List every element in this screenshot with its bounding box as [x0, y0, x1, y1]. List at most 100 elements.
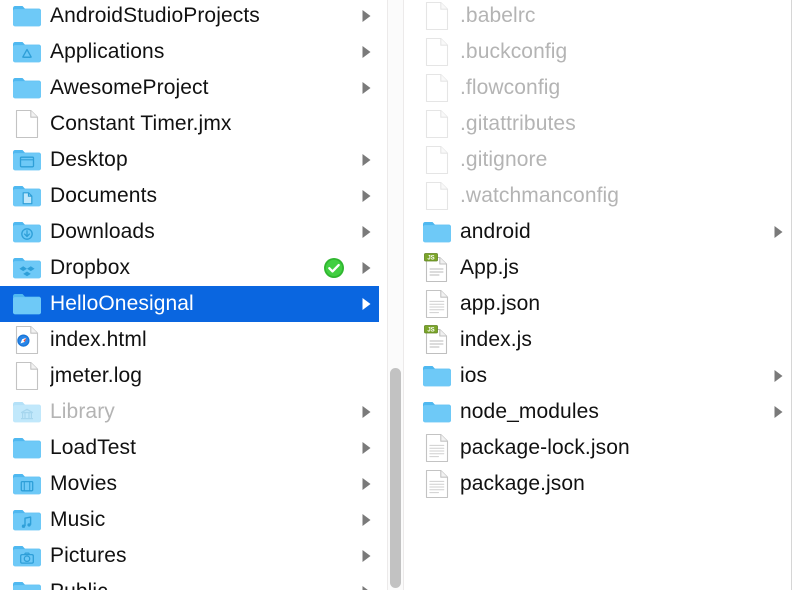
file-row[interactable]: Dropbox: [0, 250, 379, 286]
folder-applications-icon: [12, 37, 42, 67]
file-name-label: App.js: [460, 256, 519, 279]
file-row[interactable]: Documents: [0, 178, 379, 214]
file-list-home: AndroidStudioProjects Applications Awesome…: [0, 0, 379, 590]
disclosure-arrow-icon[interactable]: [359, 548, 373, 564]
file-name-label: Downloads: [50, 220, 155, 243]
file-row[interactable]: .flowconfig: [410, 70, 791, 106]
file-name-label: Music: [50, 508, 106, 531]
file-row[interactable]: package.json: [410, 466, 791, 502]
file-row[interactable]: AwesomeProject: [0, 70, 379, 106]
file-name-label: Applications: [50, 40, 165, 63]
file-row[interactable]: .gitignore: [410, 142, 791, 178]
file-row[interactable]: JS index.js: [410, 322, 791, 358]
folder-icon: [422, 217, 452, 247]
folder-icon: [12, 577, 42, 590]
document-blank-icon: [422, 145, 452, 175]
folder-icon: [422, 361, 452, 391]
file-name-label: android: [460, 220, 531, 243]
document-blank-icon: [422, 181, 452, 211]
file-row[interactable]: package-lock.json: [410, 430, 791, 466]
column-scrollbar-track[interactable]: [387, 0, 404, 590]
file-row[interactable]: HelloOnesignal: [0, 286, 379, 322]
finder-column-hello-onesignal[interactable]: .babelrc .buckconfig .flowconfig .gitattrib…: [410, 0, 792, 590]
disclosure-arrow-icon[interactable]: [771, 368, 785, 384]
file-row[interactable]: .gitattributes: [410, 106, 791, 142]
file-name-label: AndroidStudioProjects: [50, 4, 260, 27]
file-row[interactable]: Applications: [0, 34, 379, 70]
document-blank-icon: [422, 37, 452, 67]
file-name-label: Dropbox: [50, 256, 131, 279]
disclosure-arrow-icon[interactable]: [359, 44, 373, 60]
file-row[interactable]: .watchmanconfig: [410, 178, 791, 214]
file-name-label: AwesomeProject: [50, 76, 209, 99]
file-row[interactable]: JS App.js: [410, 250, 791, 286]
file-row[interactable]: .babelrc: [410, 0, 791, 34]
document-lines-icon: [422, 469, 452, 499]
file-row[interactable]: Music: [0, 502, 379, 538]
document-blank-icon: [422, 109, 452, 139]
folder-movies-icon: [12, 469, 42, 499]
folder-music-icon: [12, 505, 42, 535]
folder-documents-icon: [12, 181, 42, 211]
disclosure-arrow-icon[interactable]: [359, 476, 373, 492]
disclosure-arrow-icon[interactable]: [359, 8, 373, 24]
file-name-label: Movies: [50, 472, 118, 495]
file-name-label: LoadTest: [50, 436, 137, 459]
file-row[interactable]: AndroidStudioProjects: [0, 0, 379, 34]
file-name-label: Desktop: [50, 148, 128, 171]
file-name-label: .buckconfig: [460, 40, 568, 63]
file-name-label: package.json: [460, 472, 585, 495]
disclosure-arrow-icon[interactable]: [359, 440, 373, 456]
document-js-icon: JS: [422, 253, 452, 283]
folder-icon: [12, 433, 42, 463]
file-row[interactable]: Desktop: [0, 142, 379, 178]
disclosure-arrow-icon[interactable]: [359, 80, 373, 96]
disclosure-arrow-icon[interactable]: [359, 404, 373, 420]
file-row[interactable]: Library: [0, 394, 379, 430]
file-row[interactable]: android: [410, 214, 791, 250]
document-js-icon: JS: [422, 325, 452, 355]
disclosure-arrow-icon[interactable]: [359, 296, 373, 312]
file-row[interactable]: index.html: [0, 322, 379, 358]
svg-text:JS: JS: [427, 327, 434, 333]
file-name-label: ios: [460, 364, 488, 387]
disclosure-arrow-icon[interactable]: [359, 152, 373, 168]
document-blank-icon: [12, 361, 42, 391]
disclosure-arrow-icon[interactable]: [771, 404, 785, 420]
document-blank-icon: [422, 1, 452, 31]
disclosure-arrow-icon[interactable]: [359, 584, 373, 590]
file-row[interactable]: Public: [0, 574, 379, 590]
disclosure-arrow-icon[interactable]: [359, 188, 373, 204]
file-row[interactable]: ios: [410, 358, 791, 394]
column-scrollbar-thumb[interactable]: [390, 368, 401, 588]
file-row[interactable]: Constant Timer.jmx: [0, 106, 379, 142]
folder-downloads-icon: [12, 217, 42, 247]
disclosure-arrow-icon[interactable]: [359, 260, 373, 276]
file-row[interactable]: Pictures: [0, 538, 379, 574]
file-list-hello-onesignal: .babelrc .buckconfig .flowconfig .gitattrib…: [410, 0, 791, 502]
document-lines-icon: [422, 289, 452, 319]
file-row[interactable]: app.json: [410, 286, 791, 322]
disclosure-arrow-icon[interactable]: [359, 512, 373, 528]
column-divider: [379, 0, 410, 590]
file-name-label: HelloOnesignal: [50, 292, 194, 315]
file-name-label: .babelrc: [460, 4, 536, 27]
file-row[interactable]: .buckconfig: [410, 34, 791, 70]
disclosure-arrow-icon[interactable]: [771, 224, 785, 240]
disclosure-arrow-icon[interactable]: [359, 224, 373, 240]
file-row[interactable]: LoadTest: [0, 430, 379, 466]
file-row[interactable]: Movies: [0, 466, 379, 502]
folder-icon: [12, 289, 42, 319]
file-name-label: package-lock.json: [460, 436, 630, 459]
file-name-label: .flowconfig: [460, 76, 561, 99]
file-row[interactable]: Downloads: [0, 214, 379, 250]
file-name-label: Documents: [50, 184, 158, 207]
file-name-label: .gitignore: [460, 148, 548, 171]
document-blank-icon: [422, 73, 452, 103]
finder-column-home[interactable]: AndroidStudioProjects Applications Awesome…: [0, 0, 379, 590]
folder-icon: [422, 397, 452, 427]
file-row[interactable]: node_modules: [410, 394, 791, 430]
document-lines-icon: [422, 433, 452, 463]
document-blank-icon: [12, 109, 42, 139]
file-row[interactable]: jmeter.log: [0, 358, 379, 394]
